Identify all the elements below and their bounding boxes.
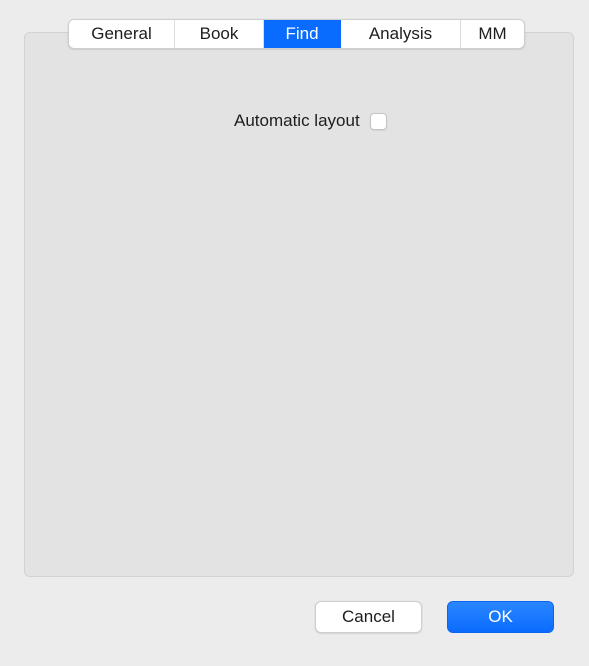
- tab-find[interactable]: Find: [264, 20, 341, 48]
- tab-mm[interactable]: MM: [461, 20, 524, 48]
- tab-general[interactable]: General: [69, 20, 175, 48]
- preferences-dialog: Automatic layout General Book Find Analy…: [0, 0, 589, 666]
- tab-book[interactable]: Book: [175, 20, 264, 48]
- automatic-layout-checkbox[interactable]: [369, 112, 387, 130]
- cancel-button[interactable]: Cancel: [315, 601, 422, 633]
- automatic-layout-label: Automatic layout: [234, 111, 360, 130]
- ok-button[interactable]: OK: [447, 601, 554, 633]
- tab-bar: General Book Find Analysis MM: [68, 19, 525, 49]
- tab-content-panel: Automatic layout: [24, 32, 574, 577]
- automatic-layout-row: Automatic layout: [234, 111, 387, 131]
- tab-analysis[interactable]: Analysis: [341, 20, 461, 48]
